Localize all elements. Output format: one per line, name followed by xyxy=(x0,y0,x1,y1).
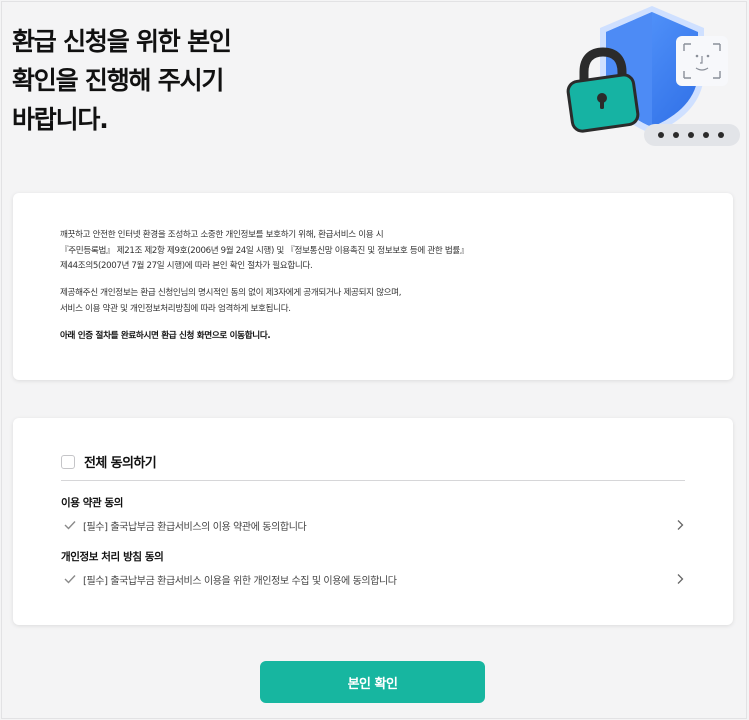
agree-all-checkbox[interactable] xyxy=(61,454,75,469)
notice-line: 서비스 이용 약관 및 개인정보처리방침에 따라 엄격하게 보호됩니다. xyxy=(60,303,291,314)
terms-section-title: 이용 약관 동의 xyxy=(61,497,124,509)
chevron-right-icon[interactable] xyxy=(675,573,685,585)
privacy-agreement-row[interactable]: [필수] 출국납부금 환급서비스 이용을 위한 개인정보 수집 및 이용에 동의… xyxy=(61,570,685,588)
notice-line: 『주민등록법』 제21조 제2항 제9호(2006년 9월 24일 시행) 및 … xyxy=(60,245,469,256)
check-icon[interactable] xyxy=(63,519,77,531)
privacy-section-title: 개인정보 처리 방침 동의 xyxy=(61,551,164,563)
face-id-icon xyxy=(676,36,728,86)
divider xyxy=(61,480,685,481)
page-title: 환급 신청을 위한 본인 확인을 진행해 주시기 바랍니다. xyxy=(12,22,312,139)
agree-all-label: 전체 동의하기 xyxy=(84,456,157,471)
terms-agreement-text: [필수] 출국납부금 환급서비스의 이용 약관에 동의합니다 xyxy=(83,521,307,533)
notice-paragraph-1: 깨끗하고 안전한 인터넷 환경을 조성하고 소중한 개인정보를 보호하기 위해,… xyxy=(60,228,469,275)
title-line-3: 바랍니다. xyxy=(12,105,109,134)
password-dots-icon xyxy=(644,124,740,146)
check-icon[interactable] xyxy=(63,573,77,585)
agreement-card: 전체 동의하기 이용 약관 동의 [필수] 출국납부금 환급서비스의 이용 약관… xyxy=(13,418,733,625)
privacy-agreement-text: [필수] 출국납부금 환급서비스 이용을 위한 개인정보 수집 및 이용에 동의… xyxy=(83,575,397,587)
notice-card: 깨끗하고 안전한 인터넷 환경을 조성하고 소중한 개인정보를 보호하기 위해,… xyxy=(13,193,733,380)
title-line-2: 확인을 진행해 주시기 xyxy=(12,66,224,95)
title-line-1: 환급 신청을 위한 본인 xyxy=(12,27,232,56)
identity-confirm-button[interactable]: 본인 확인 xyxy=(260,661,485,703)
notice-line: 제44조의5(2007년 7월 27일 시행)에 따라 본인 확인 절차가 필요… xyxy=(60,261,313,271)
notice-paragraph-2: 제공해주신 개인정보는 환급 신청인님의 명시적인 동의 없이 제3자에게 공개… xyxy=(60,286,401,317)
agree-all-toggle[interactable]: 전체 동의하기 xyxy=(61,452,157,471)
notice-line: 깨끗하고 안전한 인터넷 환경을 조성하고 소중한 개인정보를 보호하기 위해,… xyxy=(60,230,384,240)
notice-redirect-text: 아래 인증 절차를 완료하시면 환급 신청 화면으로 이동합니다. xyxy=(60,331,271,341)
chevron-right-icon[interactable] xyxy=(675,519,685,531)
notice-line: 제공해주신 개인정보는 환급 신청인님의 명시적인 동의 없이 제3자에게 공개… xyxy=(60,288,402,298)
identity-verification-illustration xyxy=(566,6,740,146)
terms-agreement-row[interactable]: [필수] 출국납부금 환급서비스의 이용 약관에 동의합니다 xyxy=(61,516,685,534)
